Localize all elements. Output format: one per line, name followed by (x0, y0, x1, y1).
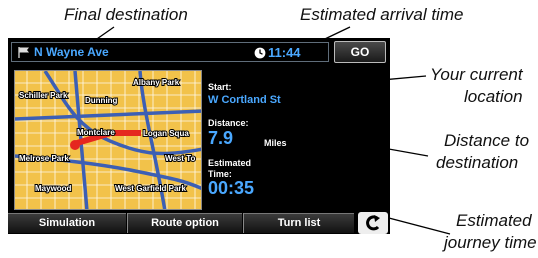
map-label-west-town: West To (165, 154, 195, 163)
start-value: W Cortland St (208, 94, 281, 106)
start-label: Start: (208, 82, 232, 92)
map-label-logan-square: Logan Squa (143, 129, 189, 138)
estimated-time-label-line1: Estimated (208, 158, 252, 168)
destination-name: N Wayne Ave (34, 45, 109, 59)
map-label-melrose-park: Melrose Park (19, 154, 69, 163)
flag-icon (18, 47, 29, 58)
callout-estimated-arrival-time: Estimated arrival time (300, 5, 464, 24)
callout-current-location: Your current location (430, 64, 523, 108)
go-button[interactable]: GO (334, 41, 386, 63)
map-label-west-garfield-park: West Garfield Park (115, 184, 187, 193)
callout-current-location-line1: Your current (430, 65, 523, 84)
callout-journey-time: Estimated journey time (444, 210, 537, 254)
callout-distance: Distance to destination (436, 130, 529, 174)
callout-journey-time-line2: journey time (444, 233, 537, 252)
destination-bar[interactable]: N Wayne Ave 11:44 (11, 42, 329, 62)
distance-unit: Miles (264, 138, 287, 148)
route-option-button[interactable]: Route option (128, 213, 242, 233)
route-map[interactable]: Albany Park Schiller Park Dunning Montcl… (14, 70, 202, 210)
distance-label: Distance: (208, 118, 249, 128)
simulation-button[interactable]: Simulation (8, 213, 126, 233)
map-label-montclare: Montclare (77, 128, 115, 137)
route-info-panel: Start: W Cortland St Distance: 7.9 Miles… (204, 70, 390, 210)
arrival-time: 11:44 (268, 45, 301, 60)
map-label-dunning: Dunning (85, 96, 118, 105)
turn-list-button[interactable]: Turn list (244, 213, 354, 233)
callout-distance-line1: Distance to (444, 131, 530, 150)
callout-journey-time-line1: Estimated (456, 211, 532, 230)
callout-distance-line2: destination (436, 153, 519, 172)
callout-final-destination: Final destination (64, 5, 188, 24)
gps-screen: N Wayne Ave 11:44 GO Albany Park Schille… (8, 38, 390, 234)
callout-current-location-line2: location (464, 87, 523, 106)
map-canvas: Albany Park Schiller Park Dunning Montcl… (15, 71, 201, 209)
map-label-schiller-park: Schiller Park (19, 91, 68, 100)
map-label-albany-park: Albany Park (133, 78, 180, 87)
map-label-maywood: Maywood (35, 184, 72, 193)
bottom-bar: Simulation Route option Turn list (8, 210, 390, 234)
top-bar: N Wayne Ave 11:44 GO (8, 38, 390, 66)
back-button[interactable] (358, 212, 388, 234)
clock-icon (254, 47, 266, 59)
back-arrow-icon (366, 215, 380, 231)
estimated-time-value: 00:35 (208, 178, 255, 198)
distance-value: 7.9 (208, 128, 234, 148)
